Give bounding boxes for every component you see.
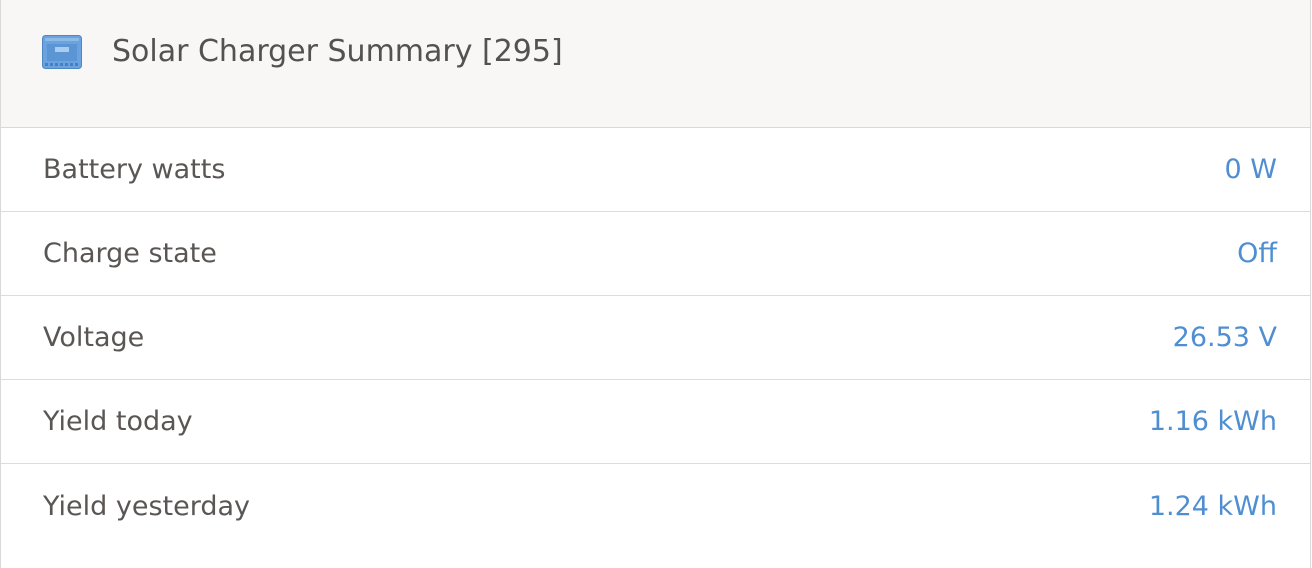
page-title: Solar Charger Summary [295] bbox=[112, 34, 563, 69]
summary-row-charge-state: Charge state Off bbox=[1, 212, 1310, 296]
summary-row-voltage: Voltage 26.53 V bbox=[1, 296, 1310, 380]
summary-row-yield-today: Yield today 1.16 kWh bbox=[1, 380, 1310, 464]
solar-charger-device-icon bbox=[42, 35, 82, 69]
row-label: Battery watts bbox=[43, 154, 226, 185]
row-label: Voltage bbox=[43, 322, 145, 353]
row-value: 1.16 kWh bbox=[1148, 406, 1277, 437]
row-value: 1.24 kWh bbox=[1148, 490, 1277, 522]
row-label: Yield today bbox=[43, 406, 193, 437]
summary-row-yield-yesterday: Yield yesterday 1.24 kWh bbox=[1, 464, 1310, 548]
row-value: 0 W bbox=[1224, 154, 1277, 185]
summary-row-battery-watts: Battery watts 0 W bbox=[1, 128, 1310, 212]
row-value: Off bbox=[1237, 238, 1277, 269]
panel-header: Solar Charger Summary [295] bbox=[1, 0, 1310, 128]
solar-charger-summary-panel: Solar Charger Summary [295] Battery watt… bbox=[0, 0, 1311, 568]
row-label: Charge state bbox=[43, 238, 217, 269]
row-label: Yield yesterday bbox=[43, 490, 251, 522]
row-value: 26.53 V bbox=[1172, 322, 1277, 353]
